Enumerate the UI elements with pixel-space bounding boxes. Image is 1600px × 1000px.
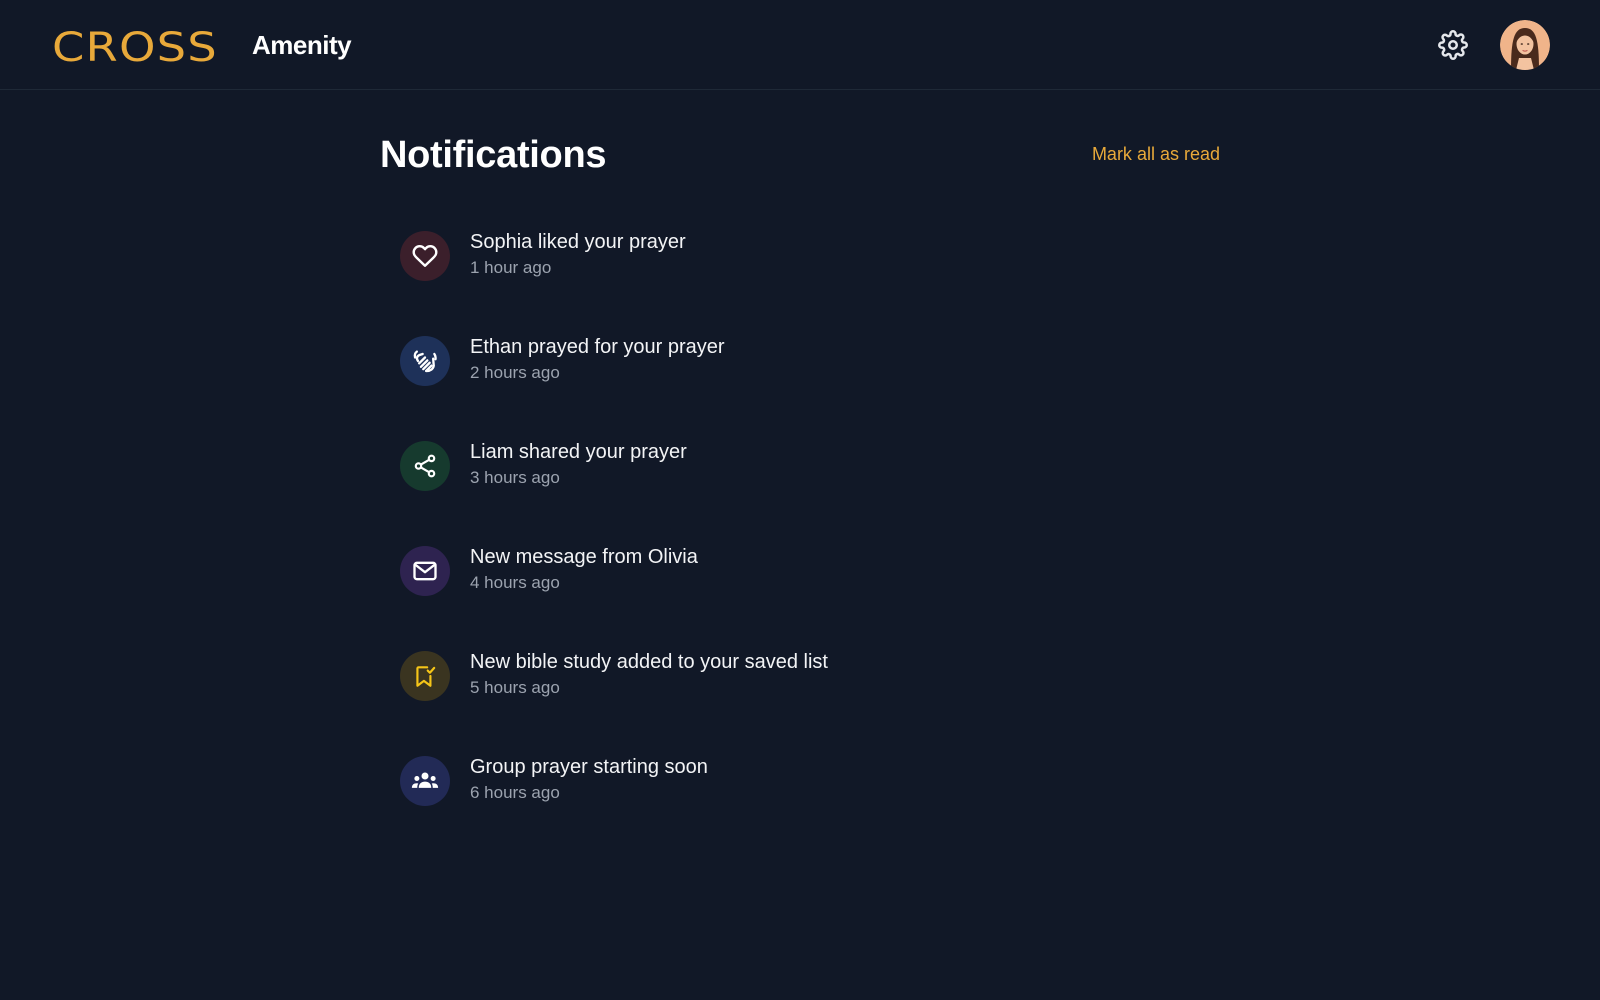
notification-time: 4 hours ago (470, 573, 560, 592)
gear-icon (1438, 30, 1468, 60)
notification-icon-badge (400, 336, 450, 386)
notification-item[interactable]: New bible study added to your saved list… (400, 648, 1240, 753)
avatar-image (1500, 20, 1550, 70)
notification-list: Sophia liked your prayer 1 hour ago Etha… (400, 228, 1240, 858)
praying-hands-icon (413, 350, 437, 373)
notification-title: Sophia liked your prayer (470, 231, 686, 253)
page-title: Notifications (380, 134, 607, 176)
notification-title: Group prayer starting soon (470, 756, 708, 778)
notification-icon-badge (400, 651, 450, 701)
app-name[interactable]: Amenity (252, 28, 352, 62)
settings-button[interactable] (1436, 28, 1470, 62)
notification-item[interactable]: Sophia liked your prayer 1 hour ago (400, 228, 1240, 333)
notification-item[interactable]: Liam shared your prayer 3 hours ago (400, 438, 1240, 543)
notification-title: Liam shared your prayer (470, 441, 687, 463)
notification-time: 5 hours ago (470, 678, 560, 697)
heart-icon (412, 245, 438, 267)
envelope-icon (413, 561, 437, 581)
notification-icon-badge (400, 441, 450, 491)
notification-title: Ethan prayed for your prayer (470, 336, 725, 358)
mark-all-read-button[interactable]: Mark all as read (1085, 140, 1220, 168)
notification-item[interactable]: New message from Olivia 4 hours ago (400, 543, 1240, 648)
bookmark-check-icon (416, 666, 436, 687)
notification-title: New message from Olivia (470, 546, 698, 568)
notification-time: 6 hours ago (470, 783, 560, 802)
notification-time: 1 hour ago (470, 258, 552, 277)
group-icon (411, 772, 439, 788)
top-bar: CROSS Amenity (0, 0, 1600, 90)
notification-icon-badge (400, 546, 450, 596)
notification-time: 2 hours ago (470, 363, 560, 382)
notification-item[interactable]: Group prayer starting soon 6 hours ago (400, 753, 1240, 858)
notification-icon-badge (400, 756, 450, 806)
notification-item[interactable]: Ethan prayed for your prayer 2 hours ago (400, 333, 1240, 438)
share-icon (414, 454, 436, 478)
notification-title: New bible study added to your saved list (470, 651, 828, 673)
user-avatar[interactable] (1500, 20, 1550, 70)
brand-logo[interactable]: CROSS (52, 26, 218, 70)
notification-icon-badge (400, 231, 450, 281)
notification-time: 3 hours ago (470, 468, 560, 487)
